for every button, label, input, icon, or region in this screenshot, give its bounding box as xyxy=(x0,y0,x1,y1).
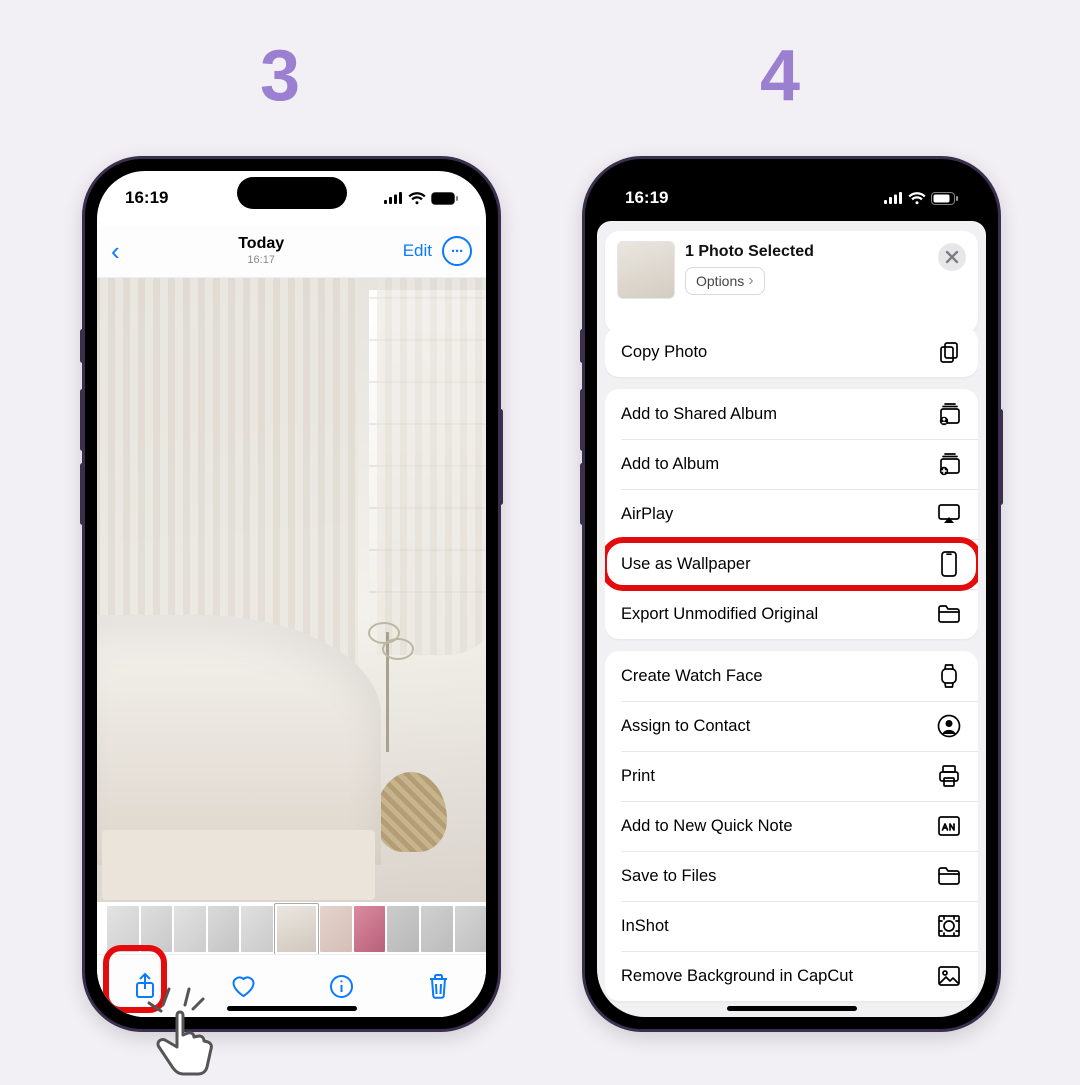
action-airplay[interactable]: AirPlay xyxy=(605,489,978,539)
share-sheet-title: 1 Photo Selected xyxy=(685,243,814,261)
action-label: Use as Wallpaper xyxy=(621,555,751,574)
action-export-unmodified-original[interactable]: Export Unmodified Original xyxy=(605,589,978,639)
action-save-to-files[interactable]: Save to Files xyxy=(605,851,978,901)
action-copy-photo[interactable]: Copy Photo xyxy=(605,327,978,377)
action-print[interactable]: Print xyxy=(605,751,978,801)
favorite-icon[interactable] xyxy=(230,974,257,999)
action-label: Add to Album xyxy=(621,455,719,474)
more-button[interactable]: ··· xyxy=(442,236,472,266)
folder-icon xyxy=(936,601,962,627)
album-icon xyxy=(936,451,962,477)
action-label: Add to Shared Album xyxy=(621,405,777,424)
action-label: Create Watch Face xyxy=(621,667,763,686)
share-sheet-header: 1 Photo Selected Options xyxy=(605,231,978,333)
battery-icon xyxy=(931,192,958,205)
navbar-title: Today 16:17 xyxy=(238,235,284,266)
back-button[interactable]: ‹ xyxy=(111,236,120,267)
airplay-icon xyxy=(936,501,962,527)
wifi-icon xyxy=(408,192,426,205)
action-label: AirPlay xyxy=(621,505,673,524)
info-icon[interactable] xyxy=(329,974,354,999)
phone-mockup-right: 16:19 1 Photo Selected Options xyxy=(582,156,1001,1032)
close-button[interactable] xyxy=(938,243,966,271)
thumbnail-scrubber[interactable] xyxy=(97,903,486,955)
options-button[interactable]: Options xyxy=(685,267,765,295)
action-label: Copy Photo xyxy=(621,343,707,362)
image-icon xyxy=(936,963,962,989)
edit-button[interactable]: Edit xyxy=(403,241,432,261)
cellular-icon xyxy=(884,192,903,204)
photo-preview[interactable] xyxy=(97,277,486,902)
action-add-to-album[interactable]: Add to Album xyxy=(605,439,978,489)
action-create-watch-face[interactable]: Create Watch Face xyxy=(605,651,978,701)
action-inshot[interactable]: InShot xyxy=(605,901,978,951)
contact-icon xyxy=(936,713,962,739)
step-number-3: 3 xyxy=(260,35,300,117)
battery-icon xyxy=(431,192,458,205)
watch-icon xyxy=(936,663,962,689)
copy-icon xyxy=(936,339,962,365)
phone-icon xyxy=(936,551,962,577)
share-icon[interactable] xyxy=(133,972,157,1000)
status-time: 16:19 xyxy=(125,188,168,208)
action-remove-background-in-capcut[interactable]: Remove Background in CapCut xyxy=(605,951,978,1001)
action-label: Add to New Quick Note xyxy=(621,817,793,836)
status-time: 16:19 xyxy=(625,188,668,208)
action-assign-to-contact[interactable]: Assign to Contact xyxy=(605,701,978,751)
action-label: Assign to Contact xyxy=(621,717,750,736)
action-add-to-shared-album[interactable]: Add to Shared Album xyxy=(605,389,978,439)
inshot-icon xyxy=(936,913,962,939)
phone-mockup-left: 16:19 ‹ Today 16:17 Edit xyxy=(82,156,501,1032)
photos-navbar: ‹ Today 16:17 Edit ··· xyxy=(97,225,486,278)
note-icon xyxy=(936,813,962,839)
action-label: Save to Files xyxy=(621,867,716,886)
dynamic-island xyxy=(737,177,847,209)
action-add-to-new-quick-note[interactable]: Add to New Quick Note xyxy=(605,801,978,851)
action-label: Print xyxy=(621,767,655,786)
home-indicator[interactable] xyxy=(227,1006,357,1011)
folder-icon xyxy=(936,863,962,889)
selected-photo-thumb xyxy=(617,241,675,299)
home-indicator[interactable] xyxy=(727,1006,857,1011)
share-actions-list[interactable]: Copy Photo Add to Shared Album Add to Albu… xyxy=(605,327,978,1009)
shared-album-icon xyxy=(936,401,962,427)
step-number-4: 4 xyxy=(760,35,800,117)
print-icon xyxy=(936,763,962,789)
action-label: InShot xyxy=(621,917,669,936)
wifi-icon xyxy=(908,192,926,205)
cellular-icon xyxy=(384,192,403,204)
dynamic-island xyxy=(237,177,347,209)
trash-icon[interactable] xyxy=(427,973,450,1000)
action-label: Remove Background in CapCut xyxy=(621,967,853,986)
action-label: Export Unmodified Original xyxy=(621,605,818,624)
action-use-as-wallpaper[interactable]: Use as Wallpaper xyxy=(605,539,978,589)
